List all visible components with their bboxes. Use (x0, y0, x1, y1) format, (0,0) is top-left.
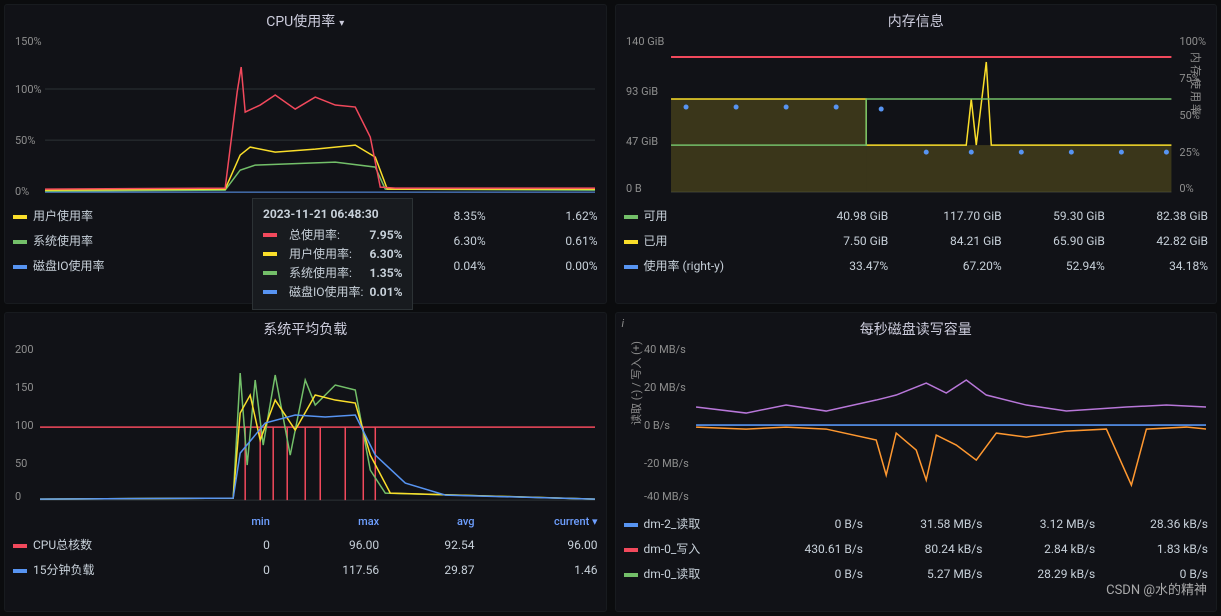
plot-load[interactable]: 200 150 100 50 0 05:00 06:00 07:00 08:00 09:00 10… (15, 345, 596, 505)
col-avg[interactable]: avg (387, 511, 482, 532)
legend-label: 磁盘IO使用率 (33, 259, 105, 273)
svg-text:50%: 50% (15, 134, 35, 147)
svg-text:07:00: 07:00 (876, 503, 903, 505)
svg-text:93 GiB: 93 GiB (626, 85, 658, 98)
svg-text:07:00: 07:00 (240, 503, 267, 505)
svg-text:08:00: 08:00 (961, 503, 988, 505)
svg-text:06:00: 06:00 (791, 503, 818, 505)
legend-disk: dm-2_读取0 B/s31.58 MB/s3.12 MB/s28.36 kB/… (616, 511, 1217, 586)
legend-row[interactable]: CPU总核数096.0092.5496.00 (5, 532, 606, 557)
legend-row[interactable]: 15分钟负载0117.5629.871.46 (5, 557, 606, 582)
legend-row[interactable]: 已用7.50 GiB84.21 GiB65.90 GiB42.82 GiB (616, 228, 1217, 253)
panel-mem: 内存信息 内存使用率 140 GiB93 GiB47 GiB0 B 100%75… (615, 4, 1218, 304)
svg-text:06:00: 06:00 (766, 195, 793, 197)
panel-title-cpu[interactable]: CPU使用率 ▾ (5, 5, 606, 37)
col-max[interactable]: max (278, 511, 387, 532)
watermark: CSDN @水的精神 (1106, 579, 1207, 598)
legend-label: 系统使用率 (33, 234, 93, 248)
svg-text:-40 MB/s: -40 MB/s (644, 490, 689, 503)
svg-text:08:00: 08:00 (936, 195, 963, 197)
legend-mem: 可用40.98 GiB117.70 GiB59.30 GiB82.38 GiB … (616, 203, 1217, 278)
legend-label: 用户使用率 (33, 209, 93, 223)
svg-text:09:00: 09:00 (1046, 503, 1073, 505)
legend-row[interactable]: 使用率 (right-y)33.47%67.20%52.94%34.18% (616, 253, 1217, 278)
svg-text:05:00: 05:00 (706, 503, 733, 505)
svg-text:0 B: 0 B (626, 182, 642, 195)
title-text: CPU使用率 (266, 14, 335, 30)
hover-tooltip: 2023-11-21 06:48:30 总使用率:7.95% 用户使用率:6.3… (252, 198, 413, 310)
col-current[interactable]: current (483, 511, 606, 532)
svg-text:140 GiB: 140 GiB (626, 37, 664, 48)
col-min[interactable]: min (207, 511, 278, 532)
panel-title-mem[interactable]: 内存信息 (616, 5, 1217, 37)
svg-text:47 GiB: 47 GiB (626, 135, 658, 148)
title-text: 每秒磁盘读写容量 (860, 322, 972, 338)
legend-row[interactable]: dm-0_写入430.61 B/s80.24 kB/s2.84 kB/s1.83… (616, 536, 1217, 561)
info-icon[interactable]: i (622, 317, 625, 330)
plot-cpu[interactable]: 50% 100% 150% 0% 05:00 06:00 07:00 08:00 09:0… (15, 37, 596, 197)
panel-title-load[interactable]: 系统平均负载 (5, 313, 606, 345)
svg-text:10:00: 10:00 (1106, 195, 1133, 197)
svg-text:09:00: 09:00 (435, 195, 462, 197)
legend-load: minmaxavgcurrent CPU总核数096.0092.5496.00 … (5, 511, 606, 582)
tooltip-timestamp: 2023-11-21 06:48:30 (263, 207, 402, 221)
svg-text:09:00: 09:00 (430, 503, 457, 505)
svg-text:10:00: 10:00 (1131, 503, 1158, 505)
panel-title-disk[interactable]: 每秒磁盘读写容量 (616, 313, 1217, 345)
svg-text:40 MB/s: 40 MB/s (644, 345, 686, 356)
svg-text:100: 100 (15, 419, 34, 432)
svg-text:20 MB/s: 20 MB/s (644, 381, 686, 394)
svg-text:50: 50 (15, 457, 27, 470)
svg-text:0%: 0% (1179, 182, 1193, 195)
svg-text:05:00: 05:00 (681, 195, 708, 197)
svg-text:10:00: 10:00 (525, 195, 552, 197)
panel-disk: i 每秒磁盘读写容量 读取 (-) / 写入 (+) 40 MB/s20 MB/… (615, 312, 1218, 612)
chevron-down-icon: ▾ (339, 18, 344, 29)
panel-load: 系统平均负载 200 150 100 50 0 05:00 06:00 07:00 08:00… (4, 312, 607, 612)
svg-text:0: 0 (15, 490, 21, 503)
legend-row[interactable]: dm-2_读取0 B/s31.58 MB/s3.12 MB/s28.36 kB/… (616, 511, 1217, 536)
title-text: 内存信息 (888, 14, 944, 30)
svg-text:-20 MB/s: -20 MB/s (644, 457, 689, 470)
svg-text:75%: 75% (1179, 72, 1199, 85)
title-text: 系统平均负载 (263, 322, 347, 338)
svg-text:0 B/s: 0 B/s (644, 419, 670, 432)
svg-text:100%: 100% (15, 83, 42, 96)
svg-text:08:00: 08:00 (345, 195, 372, 197)
svg-text:06:00: 06:00 (145, 503, 172, 505)
svg-text:100%: 100% (1179, 37, 1206, 48)
svg-text:200: 200 (15, 345, 34, 356)
svg-text:10:00: 10:00 (525, 503, 552, 505)
svg-text:07:00: 07:00 (851, 195, 878, 197)
svg-text:05:00: 05:00 (55, 195, 82, 197)
svg-text:0%: 0% (15, 185, 29, 197)
svg-text:150%: 150% (15, 37, 42, 48)
svg-text:08:00: 08:00 (335, 503, 362, 505)
legend-row[interactable]: 可用40.98 GiB117.70 GiB59.30 GiB82.38 GiB (616, 203, 1217, 228)
svg-text:150: 150 (15, 381, 34, 394)
svg-text:07:00: 07:00 (245, 195, 272, 197)
plot-disk[interactable]: 读取 (-) / 写入 (+) 40 MB/s20 MB/s0 B/s-20 M… (626, 345, 1207, 505)
plot-mem[interactable]: 内存使用率 140 GiB93 GiB47 GiB0 B 100%75%50%2… (626, 37, 1207, 197)
svg-text:06:00: 06:00 (155, 195, 182, 197)
svg-text:09:00: 09:00 (1021, 195, 1048, 197)
svg-text:50%: 50% (1179, 109, 1199, 122)
svg-text:25%: 25% (1179, 146, 1199, 159)
svg-text:05:00: 05:00 (50, 503, 77, 505)
